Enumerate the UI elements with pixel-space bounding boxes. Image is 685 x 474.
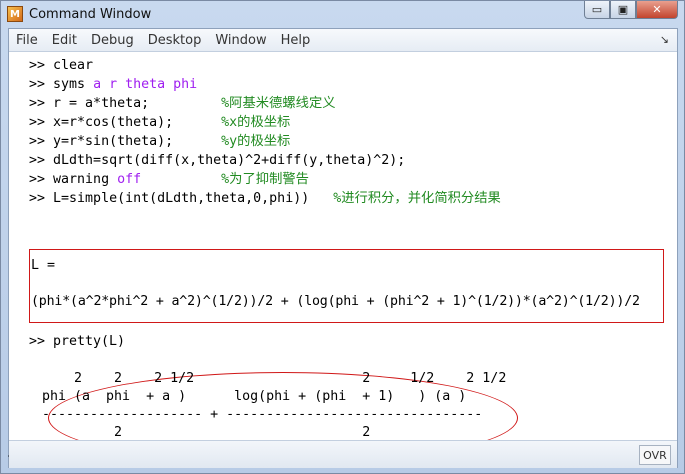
overwrite-indicator: OVR <box>639 445 671 465</box>
maximize-button[interactable]: ▣ <box>610 1 636 19</box>
result-expression: (phi*(a^2*phi^2 + a^2)^(1/2))/2 + (log(p… <box>31 294 640 309</box>
undock-arrow-icon[interactable]: ↘ <box>660 33 669 46</box>
pretty-command: >> pretty(L) <box>29 334 126 349</box>
console-line: >> y=r*sin(theta); %y的极坐标 <box>29 134 291 149</box>
menu-help[interactable]: Help <box>274 33 318 48</box>
client-area: File Edit Debug Desktop Window Help ↘ >>… <box>8 28 678 468</box>
menu-edit[interactable]: Edit <box>45 33 84 48</box>
matlab-icon: M <box>7 6 23 22</box>
command-window: M Command Window ▭ ▣ ✕ File Edit Debug D… <box>0 0 685 474</box>
result-label: L = <box>31 258 56 273</box>
console-line: >> warning off %为了抑制警告 <box>29 172 309 187</box>
console-line: >> r = a*theta; %阿基米德螺线定义 <box>29 96 336 111</box>
pretty-line: phi (a phi + a ) log(phi + (phi + 1) ) (… <box>34 389 467 404</box>
highlight-box <box>29 249 664 323</box>
pretty-line: -------------------- + -----------------… <box>34 407 483 422</box>
pretty-line: 2 2 2 1/2 2 1/2 2 1/2 <box>34 371 507 386</box>
console-line: >> dLdth=sqrt(diff(x,theta)^2+diff(y,the… <box>29 153 406 168</box>
menu-debug[interactable]: Debug <box>84 33 141 48</box>
menu-desktop[interactable]: Desktop <box>141 33 209 48</box>
menu-bar: File Edit Debug Desktop Window Help ↘ <box>9 29 677 52</box>
console-output[interactable]: >> clear >> syms a r theta phi >> r = a*… <box>9 52 677 464</box>
menu-window[interactable]: Window <box>208 33 273 48</box>
console-line: >> syms a r theta phi <box>29 77 198 92</box>
console-line: >> x=r*cos(theta); %x的极坐标 <box>29 115 291 130</box>
window-title: Command Window <box>29 6 152 22</box>
menu-file[interactable]: File <box>9 33 45 48</box>
close-button[interactable]: ✕ <box>636 1 678 19</box>
status-bar: OVR <box>9 440 677 468</box>
minimize-button[interactable]: ▭ <box>584 1 610 19</box>
title-bar[interactable]: M Command Window ▭ ▣ ✕ <box>1 1 684 27</box>
console-line: >> clear <box>29 58 94 73</box>
window-controls: ▭ ▣ ✕ <box>584 1 678 19</box>
console-line: >> L=simple(int(dLdth,theta,0,phi)) %进行积… <box>29 191 501 206</box>
